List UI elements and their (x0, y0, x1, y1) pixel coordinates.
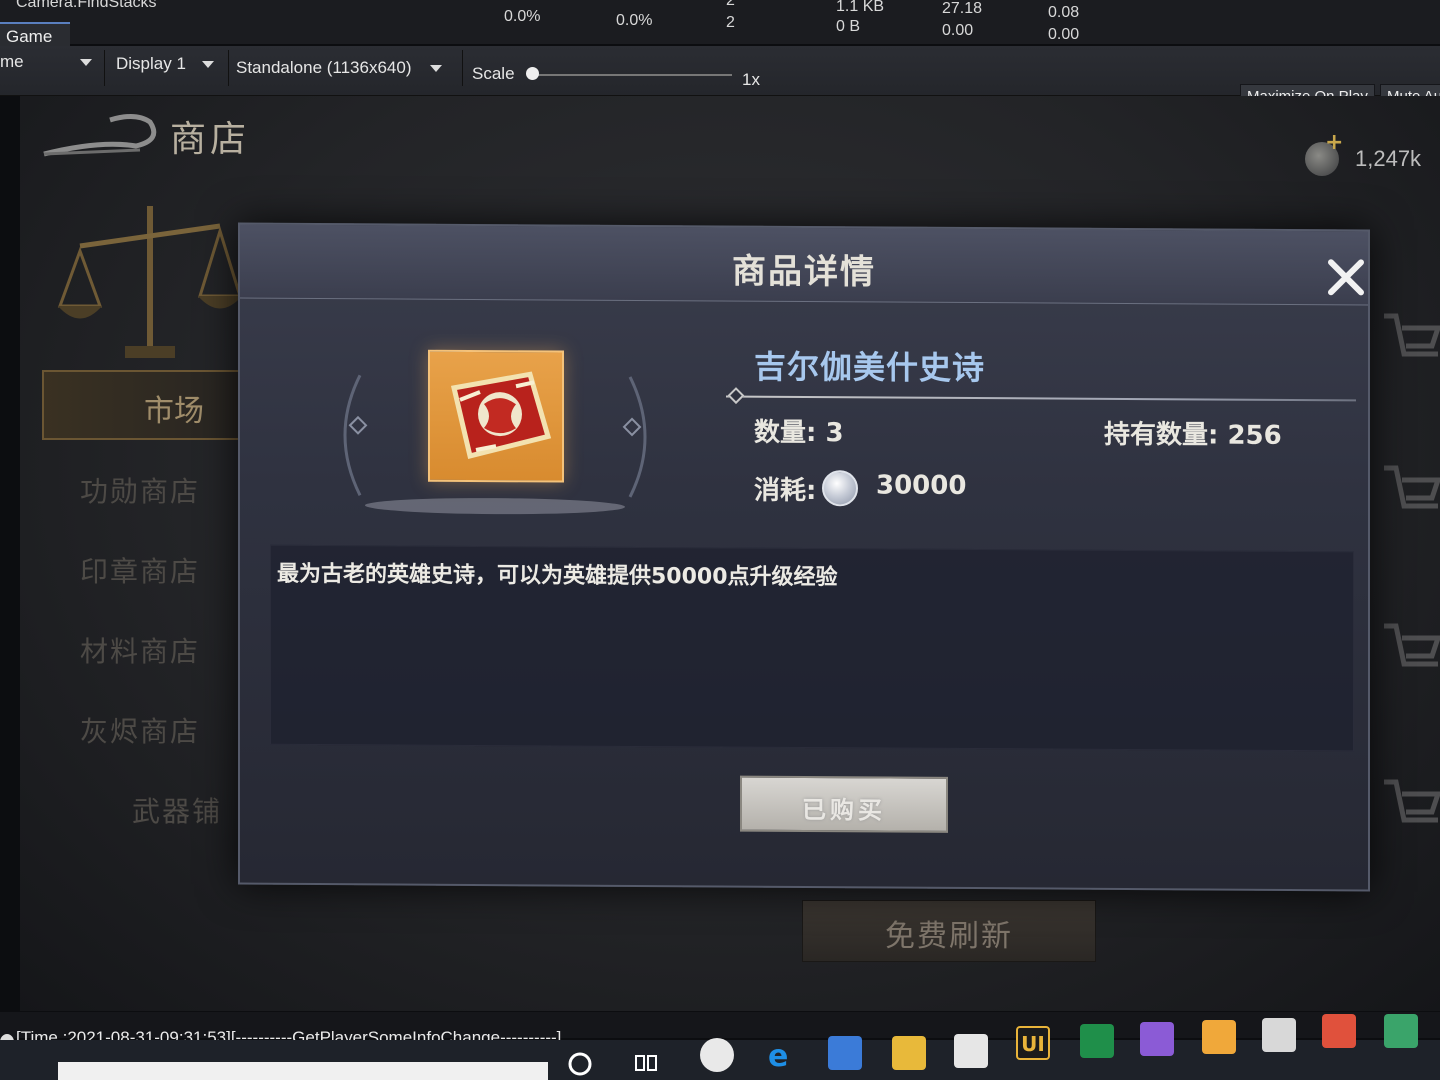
profiler-col3: 2 (726, 14, 735, 31)
chevron-down-icon (79, 59, 92, 67)
chevron-down-icon (429, 65, 442, 73)
cart-icon[interactable] (1380, 306, 1440, 376)
profiler-col4-top: 1.1 KB (836, 0, 885, 15)
resolution-dropdown[interactable]: Standalone (1136x640) (236, 58, 442, 78)
add-currency-icon[interactable]: + (1325, 130, 1343, 155)
toolbar-divider (462, 50, 463, 86)
edge-browser-icon[interactable]: e (764, 1038, 798, 1074)
mail-icon[interactable] (954, 1034, 988, 1068)
purchased-button[interactable]: 已购买 (740, 775, 948, 833)
file-explorer-icon[interactable] (892, 1036, 926, 1070)
currency-display: + 1,247k (1305, 130, 1440, 186)
currency-amount: 1,247k (1355, 146, 1422, 171)
cost-value: 30000 (876, 470, 967, 501)
excel-icon[interactable] (1080, 1024, 1114, 1058)
taskbar-search-input[interactable] (58, 1062, 548, 1080)
scale-value: 1x (742, 70, 760, 89)
item-description: 最为古老的英雄史诗，可以为英雄提供50000点升级经验 (277, 561, 838, 591)
chevron-down-icon (201, 61, 214, 69)
cart-icon[interactable] (1380, 772, 1440, 842)
close-icon[interactable] (1326, 257, 1366, 297)
profiler-col3-top: 2 (726, 0, 735, 9)
nav-item-seal-shop[interactable]: 印章商店 (80, 550, 260, 590)
name-divider (726, 395, 1356, 402)
back-blade-icon[interactable] (40, 110, 160, 160)
profiler-col4: 0 B (836, 18, 861, 35)
cart-icon[interactable] (1380, 458, 1440, 528)
epic-book-icon (450, 371, 552, 460)
toolbar-divider (104, 50, 105, 86)
profiler-col6: 0.00 (1048, 26, 1080, 43)
profiler-col5: 0.00 (942, 22, 974, 39)
task-view-icon[interactable] (632, 1048, 660, 1076)
item-icon[interactable] (428, 349, 564, 483)
divider-diamond-icon (727, 387, 745, 405)
unity-ui-app-icon[interactable]: UI (1016, 1026, 1050, 1060)
display-dropdown[interactable]: Display 1 (116, 54, 214, 74)
visual-studio-icon[interactable] (1140, 1022, 1174, 1056)
silver-coin-icon (822, 470, 858, 507)
edge-glyph-icon: e (768, 1039, 788, 1074)
nav-item-material-shop[interactable]: 材料商店 (80, 630, 260, 670)
mode-label: me (0, 52, 24, 71)
profiler-col2: 0.0% (616, 12, 653, 29)
nav-item-merit-shop[interactable]: 功勋商店 (80, 470, 260, 510)
scale-label: Scale (472, 64, 515, 83)
store-icon[interactable] (828, 1036, 862, 1070)
item-name: 吉尔伽美什史诗 (754, 347, 986, 388)
mode-dropdown[interactable]: me (0, 52, 92, 72)
balance-scale-icon (57, 206, 243, 358)
profiler-col1: 0.0% (504, 8, 541, 25)
cost-label: 消耗: (754, 475, 817, 507)
profiler-strip: Camera.FindStacks 0.0% 0.0% 2 2 1.1 KB 0… (0, 0, 1440, 44)
sublime-icon[interactable] (1262, 1018, 1296, 1052)
cart-icon[interactable] (1380, 616, 1440, 686)
scale-slider-handle[interactable] (526, 67, 539, 80)
nav-item-label: 市场 (144, 394, 204, 429)
modal-title: 商品详情 (732, 251, 876, 293)
free-refresh-button[interactable]: 免费刷新 (802, 900, 1096, 962)
owned-count-label: 持有数量: 256 (1104, 419, 1282, 451)
tab-game[interactable]: Game (0, 22, 70, 48)
page-title: 商店 (170, 119, 251, 160)
wechat-icon[interactable] (1384, 1014, 1418, 1048)
description-box: 最为古老的英雄史诗，可以为英雄提供50000点升级经验 (270, 544, 1354, 752)
svg-text:e: e (768, 1039, 788, 1072)
profiler-row-label[interactable]: Camera.FindStacks (16, 0, 157, 12)
app-icon[interactable] (700, 1038, 734, 1072)
nav-item-ash-shop[interactable]: 灰烬商店 (80, 710, 260, 750)
profiler-col5-top: 27.18 (942, 0, 983, 17)
game-view-toolbar: me Display 1 Standalone (1136x640) Scale… (0, 46, 1440, 96)
quantity-label: 数量: 3 (754, 417, 844, 449)
app-red-icon[interactable] (1322, 1014, 1356, 1048)
modal-header: 商品详情 (240, 224, 1368, 306)
nav-item-market[interactable]: 市场 (42, 370, 252, 440)
toolbar-divider (228, 50, 229, 86)
scale-slider[interactable] (532, 74, 732, 76)
profiler-col6-top: 0.08 (1048, 4, 1080, 21)
notes-app-icon[interactable] (1202, 1020, 1236, 1054)
display-label: Display 1 (116, 54, 186, 73)
cortana-icon[interactable] (566, 1050, 594, 1078)
resolution-label: Standalone (1136x640) (236, 58, 412, 77)
item-detail-modal: 商品详情 吉尔伽美什史诗 数量: 3 持有数量: 256 消耗: 30000 最… (238, 222, 1370, 892)
